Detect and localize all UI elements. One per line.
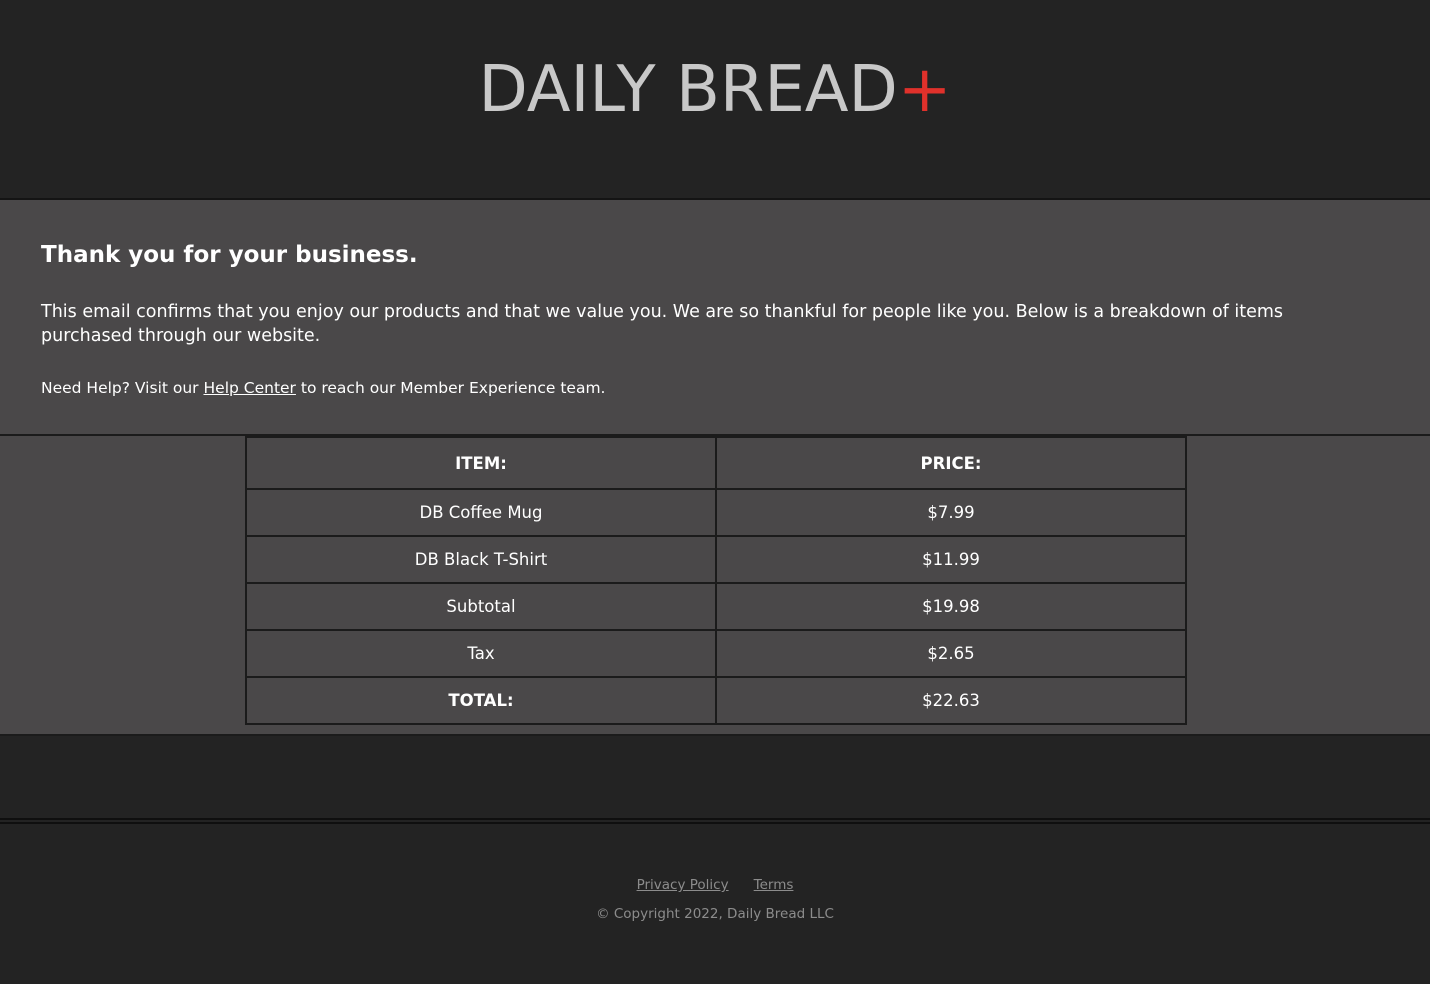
logo: DAILY BREAD+ xyxy=(0,54,1430,126)
help-suffix: to reach our Member Experience team. xyxy=(295,379,606,397)
price-column-header: PRICE: xyxy=(715,436,1187,490)
price-cell: $7.99 xyxy=(715,488,1187,537)
item-cell: DB Coffee Mug xyxy=(245,488,717,537)
tax-value: $2.65 xyxy=(715,629,1187,678)
table-row: DB Coffee Mug $7.99 xyxy=(245,488,1187,537)
table-row: Subtotal $19.98 xyxy=(245,582,1187,631)
table-row: DB Black T-Shirt $11.99 xyxy=(245,535,1187,584)
privacy-policy-link[interactable]: Privacy Policy xyxy=(637,877,729,893)
logo-plus: + xyxy=(897,53,952,127)
spacer-section xyxy=(0,736,1430,820)
help-prefix: Need Help? Visit our xyxy=(41,379,204,397)
table-row: TOTAL: $22.63 xyxy=(245,676,1187,725)
copyright-text: © Copyright 2022, Daily Bread LLC xyxy=(596,906,834,922)
logo-text: DAILY BREAD xyxy=(478,53,898,127)
intro-section: Thank you for your business. This email … xyxy=(0,200,1430,436)
total-value: $22.63 xyxy=(715,676,1187,725)
thank-you-heading: Thank you for your business. xyxy=(41,242,418,268)
item-column-header: ITEM: xyxy=(245,436,717,490)
subtotal-value: $19.98 xyxy=(715,582,1187,631)
footer: Privacy Policy Terms © Copyright 2022, D… xyxy=(0,822,1430,980)
total-label: TOTAL: xyxy=(245,676,717,725)
confirmation-message: This email confirms that you enjoy our p… xyxy=(41,302,1284,346)
table-row: Tax $2.65 xyxy=(245,629,1187,678)
price-cell: $11.99 xyxy=(715,535,1187,584)
help-center-link[interactable]: Help Center xyxy=(204,379,296,397)
receipt-table: ITEM: PRICE: DB Coffee Mug $7.99 DB Blac… xyxy=(245,436,1187,725)
tax-label: Tax xyxy=(245,629,717,678)
receipt-section: ITEM: PRICE: DB Coffee Mug $7.99 DB Blac… xyxy=(0,436,1430,736)
help-text: Need Help? Visit our Help Center to reac… xyxy=(41,377,1389,399)
table-header-row: ITEM: PRICE: xyxy=(245,436,1187,490)
subtotal-label: Subtotal xyxy=(245,582,717,631)
footer-links: Privacy Policy Terms xyxy=(0,874,1430,893)
item-cell: DB Black T-Shirt xyxy=(245,535,717,584)
terms-link[interactable]: Terms xyxy=(754,877,794,893)
header: DAILY BREAD+ xyxy=(0,0,1430,200)
